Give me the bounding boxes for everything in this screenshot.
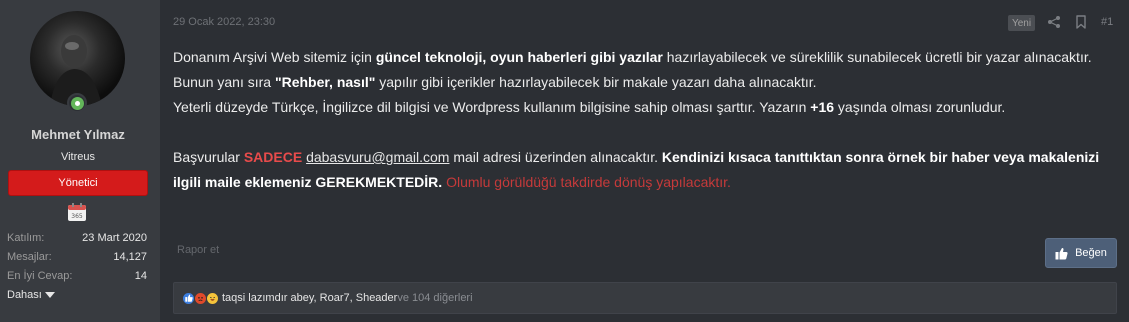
share-icon[interactable] (1047, 15, 1061, 34)
stat-row-messages: Mesajlar: 14,127 (7, 251, 147, 270)
stat-label: En İyi Cevap: (7, 270, 73, 282)
new-badge: Yeni (1008, 15, 1035, 31)
report-link[interactable]: Rapor et (177, 244, 219, 256)
reaction-user-link[interactable]: taqsi lazımdır abey (222, 292, 314, 304)
emphasis-text: SADECE (243, 149, 303, 165)
more-toggle[interactable]: Dahası (7, 289, 55, 301)
post-paragraph: Başvurular SADECE dabasvuru@gmail.com ma… (173, 149, 1100, 190)
stat-label: Mesajlar: (7, 251, 52, 263)
caret-down-icon (44, 292, 55, 298)
online-status-icon (67, 93, 87, 113)
reaction-icons[interactable] (182, 291, 219, 305)
more-label: Dahası (7, 289, 42, 301)
reactions-bar: taqsi lazımdır abey, Roar7, Sheader ve 1… (173, 282, 1117, 314)
stat-label: Katılım: (7, 232, 45, 244)
like-label: Beğen (1075, 247, 1107, 259)
stat-row-best-answer: En İyi Cevap: 14 (7, 270, 147, 289)
stat-row-joined: Katılım: 23 Mart 2020 (7, 232, 147, 251)
post-paragraph: Donanım Arşivi Web sitemiz için güncel t… (173, 49, 1092, 65)
post-date[interactable]: 29 Ocak 2022, 23:30 (173, 16, 275, 28)
email-link[interactable]: dabasvuru@gmail.com (306, 149, 449, 165)
reaction-users: taqsi lazımdır abey, Roar7, Sheader (222, 292, 398, 304)
user-stats: Katılım: 23 Mart 2020 Mesajlar: 14,127 E… (7, 232, 147, 289)
haha-reaction-icon (206, 291, 219, 305)
user-title: Vitreus (60, 151, 96, 163)
role-banner: Yönetici (8, 170, 148, 196)
stat-value: 23 Mart 2020 (82, 232, 147, 244)
username[interactable]: Mehmet Yılmaz (0, 127, 156, 142)
thumbs-up-icon (1055, 247, 1068, 259)
user-sidebar: Mehmet Yılmaz Vitreus Yönetici 365 Katıl… (0, 0, 160, 322)
stat-value: 14 (134, 270, 147, 282)
calendar-icon: 365 (67, 202, 87, 222)
bookmark-icon[interactable] (1075, 15, 1087, 34)
reaction-user-link[interactable]: Sheader (356, 292, 398, 304)
reaction-user-link[interactable]: Roar7 (320, 292, 350, 304)
post-paragraph: Bunun yanı sıra "Rehber, nasıl" yapılır … (173, 74, 817, 90)
stat-value[interactable]: 14,127 (113, 251, 147, 270)
svg-text:365: 365 (71, 213, 83, 220)
post-body: Donanım Arşivi Web sitemiz için güncel t… (173, 45, 1113, 195)
avatar[interactable] (30, 11, 125, 106)
like-button[interactable]: Beğen (1045, 238, 1117, 268)
post-paragraph: Yeterli düzeyde Türkçe, İngilizce dil bi… (173, 99, 1006, 115)
reaction-others-link[interactable]: ve 104 diğerleri (397, 292, 472, 304)
post-number[interactable]: #1 (1101, 16, 1113, 28)
